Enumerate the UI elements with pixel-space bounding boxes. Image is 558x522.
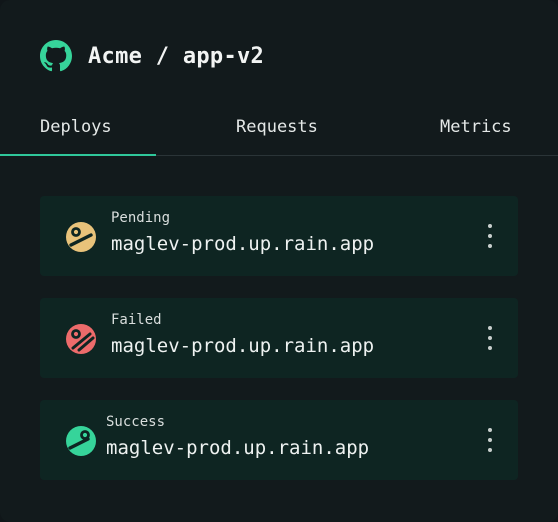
more-options-icon[interactable]: [482, 224, 498, 248]
deploy-item-failed[interactable]: Failed maglev-prod.up.rain.app: [40, 298, 518, 378]
deploys-card: Acme / app-v2 Deploys Requests Metrics P…: [0, 0, 558, 522]
success-icon: [65, 425, 97, 457]
deploy-item-success[interactable]: Success maglev-prod.up.rain.app: [40, 400, 518, 480]
more-options-icon[interactable]: [482, 326, 498, 350]
tab-deploys[interactable]: Deploys: [40, 117, 112, 137]
github-icon[interactable]: [40, 40, 72, 72]
pending-icon: [65, 221, 97, 253]
deploy-item-pending[interactable]: Pending maglev-prod.up.rain.app: [40, 196, 518, 276]
more-options-icon[interactable]: [482, 428, 498, 452]
tab-bar: Deploys Requests Metrics: [0, 110, 558, 156]
tab-metrics[interactable]: Metrics: [440, 117, 512, 137]
deploy-status: Success: [106, 414, 166, 430]
deploy-url: maglev-prod.up.rain.app: [111, 335, 375, 357]
failed-icon: [65, 323, 97, 355]
deploy-status: Failed: [111, 312, 162, 328]
deploy-url: maglev-prod.up.rain.app: [106, 437, 370, 459]
tab-requests[interactable]: Requests: [236, 117, 318, 137]
deploy-status: Pending: [111, 210, 171, 226]
active-tab-indicator: [0, 154, 156, 156]
repo-title: Acme / app-v2: [88, 43, 265, 69]
repo-header: Acme / app-v2: [40, 40, 264, 72]
deploy-url: maglev-prod.up.rain.app: [111, 233, 375, 255]
